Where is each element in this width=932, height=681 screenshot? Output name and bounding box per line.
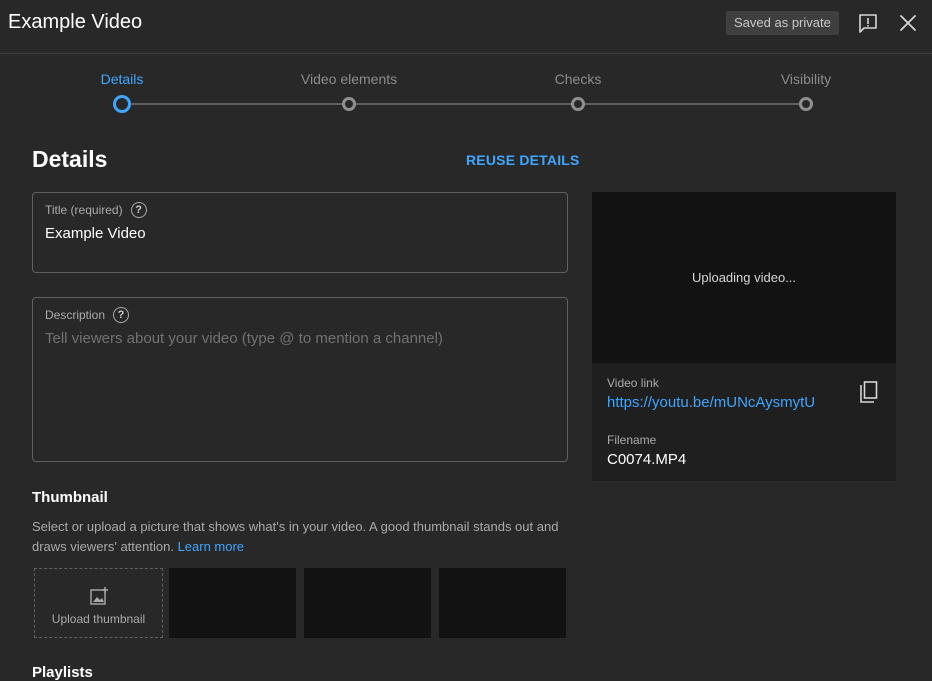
description-label-row: Description ? [45, 307, 130, 323]
thumbnail-description-text: Select or upload a picture that shows wh… [32, 519, 559, 554]
step-dot [799, 97, 813, 111]
description-label: Description [45, 308, 106, 322]
step-label: Details [100, 71, 144, 87]
close-icon [900, 15, 916, 31]
help-icon[interactable]: ? [113, 307, 130, 323]
auto-thumbnail-2[interactable] [304, 568, 431, 638]
feedback-button[interactable] [856, 12, 880, 36]
description-input[interactable]: Tell viewers about your video (type @ to… [45, 330, 443, 347]
reuse-details-button[interactable]: REUSE DETAILS [466, 152, 580, 168]
video-preview: Uploading video... [592, 192, 896, 363]
description-field[interactable]: Description ? Tell viewers about your vi… [32, 297, 568, 462]
video-link-label: Video link [607, 376, 659, 390]
step-label: Checks [554, 71, 602, 87]
feedback-icon [859, 14, 877, 33]
stepper-track [122, 103, 806, 105]
playlists-heading: Playlists [32, 664, 93, 681]
step-dot [342, 97, 356, 111]
step-label: Video elements [300, 71, 398, 87]
video-preview-panel: Uploading video... Video link https://yo… [592, 192, 896, 481]
upload-stepper: Details Video elements Checks Visibility [0, 54, 932, 124]
dialog-title: Example Video [8, 11, 143, 33]
video-link[interactable]: https://youtu.be/mUNcAysmytU [607, 394, 815, 411]
thumbnail-description: Select or upload a picture that shows wh… [32, 517, 572, 557]
dialog-header: Example Video Saved as private [0, 0, 932, 54]
title-label: Title (required) [45, 203, 123, 217]
thumbnail-heading: Thumbnail [32, 489, 108, 506]
filename-label: Filename [607, 433, 657, 447]
auto-thumbnail-3[interactable] [439, 568, 566, 638]
upload-thumbnail-label: Upload thumbnail [51, 612, 146, 626]
add-image-icon [90, 587, 108, 605]
title-input[interactable]: Example Video [45, 225, 146, 242]
step-dot [113, 95, 131, 113]
upload-status: Uploading video... [691, 270, 797, 285]
help-icon[interactable]: ? [130, 202, 147, 218]
title-label-row: Title (required) ? [45, 202, 147, 218]
filename-value: C0074.MP4 [607, 451, 687, 468]
close-button[interactable] [896, 11, 920, 35]
step-dot [571, 97, 585, 111]
learn-more-link[interactable]: Learn more [178, 539, 244, 554]
title-field[interactable]: Title (required) ? Example Video [32, 192, 568, 273]
copy-icon [860, 381, 878, 403]
step-label: Visibility [780, 71, 832, 87]
saved-status-badge: Saved as private [726, 11, 839, 35]
upload-thumbnail-button[interactable]: Upload thumbnail [34, 568, 163, 638]
auto-thumbnail-1[interactable] [169, 568, 296, 638]
details-heading: Details [32, 146, 108, 172]
copy-link-button[interactable] [858, 380, 880, 404]
